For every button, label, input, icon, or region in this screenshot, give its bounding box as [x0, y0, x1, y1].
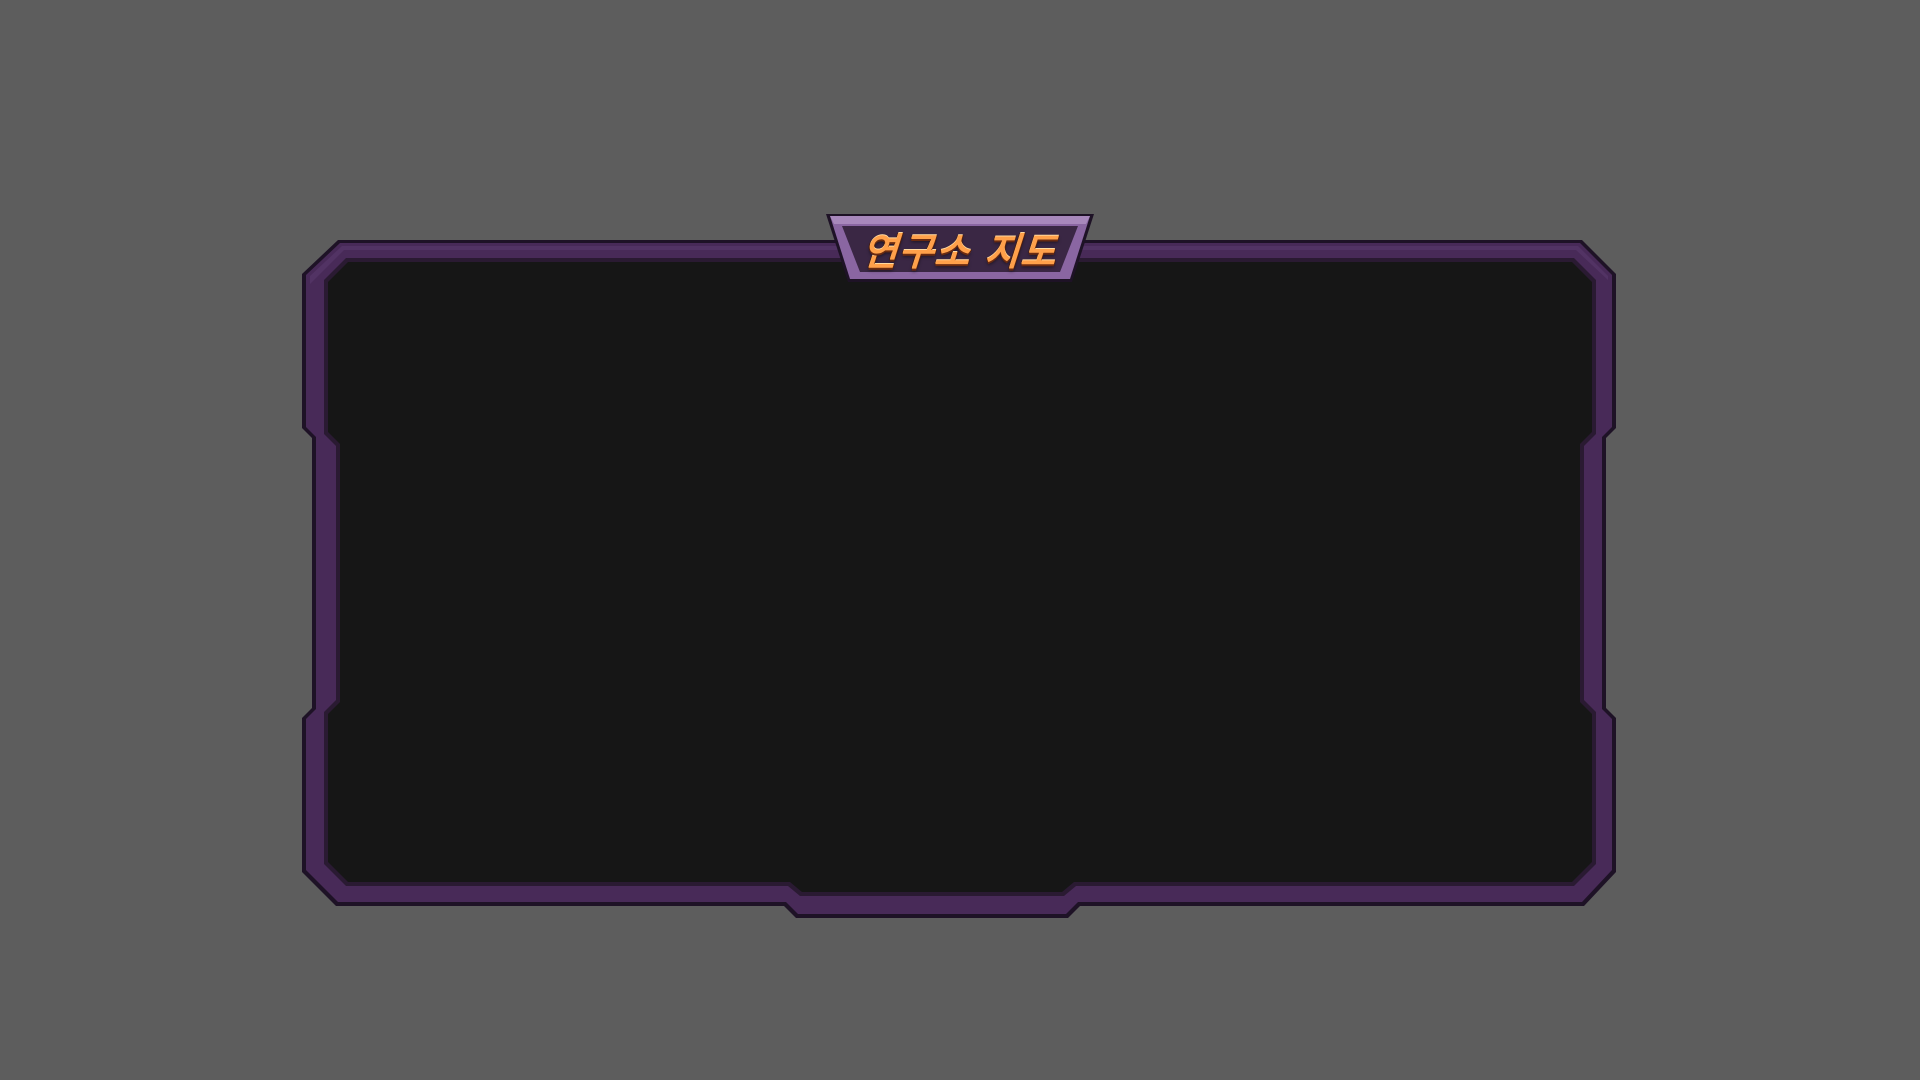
map-viewport[interactable] — [336, 268, 1586, 878]
screen: 연구소 지도 — [0, 0, 1920, 1080]
